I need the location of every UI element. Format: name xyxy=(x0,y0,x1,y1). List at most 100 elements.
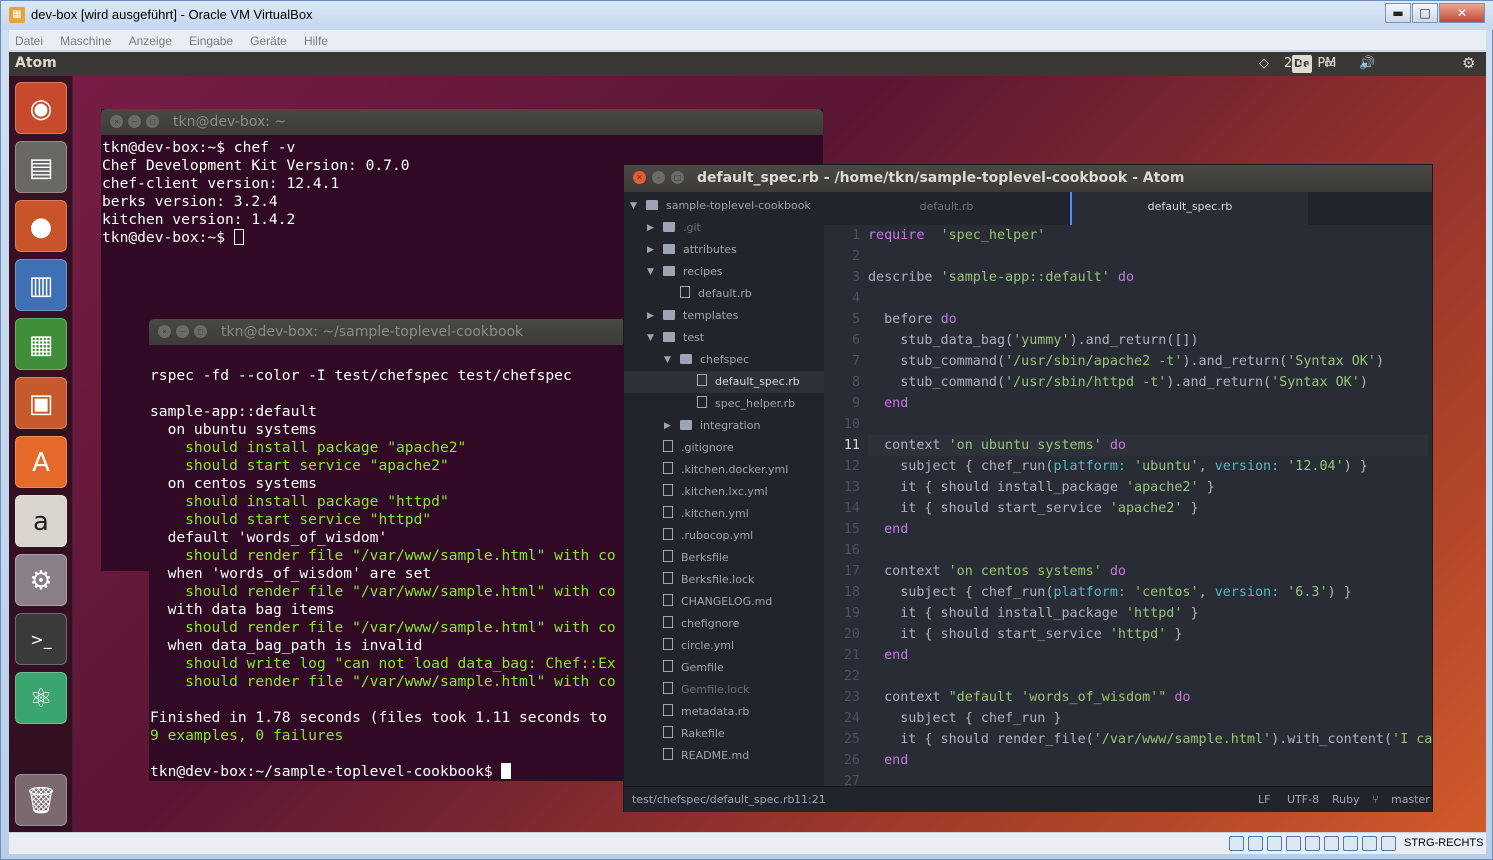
code-line[interactable]: before do xyxy=(868,309,1428,330)
display-icon[interactable] xyxy=(1343,836,1358,851)
trash-icon[interactable]: 🗑 xyxy=(15,774,67,826)
status-cursor-position[interactable]: 11:21 xyxy=(794,793,826,806)
tree-file-item[interactable]: chefignore xyxy=(624,613,824,635)
minimize-button[interactable]: ▬ xyxy=(1385,3,1411,23)
volume-icon[interactable]: 🔊 xyxy=(1359,56,1375,71)
code-line[interactable] xyxy=(868,666,1428,687)
code-line[interactable] xyxy=(868,414,1428,435)
code-line[interactable]: context 'on ubuntu systems' do xyxy=(868,435,1428,456)
virtualbox-title-bar[interactable]: ▦ dev-box [wird ausgeführt] - Oracle VM … xyxy=(1,1,1493,30)
maximize-icon[interactable]: □ xyxy=(194,325,207,338)
menu-geraete[interactable]: Geräte xyxy=(244,31,293,51)
tree-file-item[interactable]: Gemfile xyxy=(624,657,824,679)
tree-folder-item[interactable]: ▼ chefspec xyxy=(624,349,824,371)
tree-folder-item[interactable]: ▶ .git xyxy=(624,217,824,239)
software-center-icon[interactable]: A xyxy=(15,436,67,488)
code-line[interactable]: end xyxy=(868,645,1428,666)
maximize-icon[interactable]: □ xyxy=(671,171,684,184)
atom-title-bar[interactable]: ✕ – □ default_spec.rb - /home/tkn/sample… xyxy=(624,165,1432,192)
chevron-right-icon[interactable]: ▶ xyxy=(647,305,654,327)
tree-file-item[interactable]: default_spec.rb xyxy=(624,371,824,393)
tab-default-rb[interactable]: default.rb xyxy=(824,192,1069,225)
tree-folder-item[interactable]: ▼ sample-toplevel-cookbook xyxy=(624,195,824,217)
files-icon[interactable]: ▤ xyxy=(15,141,67,193)
amazon-icon[interactable]: a xyxy=(15,495,67,547)
tree-folder-item[interactable]: ▼ recipes xyxy=(624,261,824,283)
code-line[interactable]: context "default 'words_of_wisdom'" do xyxy=(868,687,1428,708)
chevron-down-icon[interactable]: ▼ xyxy=(664,349,671,371)
firefox-icon[interactable]: ● xyxy=(15,200,67,252)
terminal-title-bar[interactable]: ✕ – □ tkn@dev-box: ~/sample-toplevel-coo… xyxy=(149,319,649,345)
code-line[interactable]: require 'spec_helper' xyxy=(868,225,1428,246)
settings-icon[interactable]: ⚙ xyxy=(15,554,67,606)
code-line[interactable]: it { should start_service 'httpd' } xyxy=(868,624,1428,645)
code-line[interactable]: subject { chef_run } xyxy=(868,708,1428,729)
status-grammar[interactable]: Ruby xyxy=(1332,793,1360,806)
code-line[interactable]: it { should render_file('/var/www/sample… xyxy=(868,729,1432,750)
code-line[interactable]: subject { chef_run(platform: 'centos', v… xyxy=(868,582,1428,603)
close-icon[interactable]: ✕ xyxy=(158,325,171,338)
code-line[interactable]: subject { chef_run(platform: 'ubuntu', v… xyxy=(868,456,1428,477)
code-editor[interactable]: 1 2 3 4 5 6 7 8 9 10 11 12 13 14 15 16 17 18 19 20 21 22 23 24 2… xyxy=(824,225,1432,786)
tree-view[interactable]: ▼ sample-toplevel-cookbook ▶ .git ▶ attribute… xyxy=(624,192,824,786)
code-lines[interactable]: require 'spec_helper' describe 'sample-a… xyxy=(868,225,1432,786)
code-line[interactable]: stub_command('/usr/sbin/httpd -t').and_r… xyxy=(868,372,1428,393)
code-line[interactable]: end xyxy=(868,750,1428,771)
terminal-window-cookbook[interactable]: ✕ – □ tkn@dev-box: ~/sample-toplevel-coo… xyxy=(149,319,649,781)
maximize-icon[interactable]: □ xyxy=(146,115,159,128)
minimize-icon[interactable]: – xyxy=(176,325,189,338)
tree-file-item[interactable]: .gitignore xyxy=(624,437,824,459)
close-button[interactable]: ✕ xyxy=(1439,3,1485,23)
tree-folder-item[interactable]: ▼ test xyxy=(624,327,824,349)
chevron-right-icon[interactable]: ▶ xyxy=(647,217,654,239)
atom-window[interactable]: ✕ – □ default_spec.rb - /home/tkn/sample… xyxy=(623,164,1433,812)
code-line[interactable] xyxy=(868,540,1428,561)
chevron-down-icon[interactable]: ▼ xyxy=(647,261,654,283)
maximize-button[interactable]: □ xyxy=(1412,3,1438,23)
chevron-down-icon[interactable]: ▼ xyxy=(630,195,637,217)
close-icon[interactable]: ✕ xyxy=(110,115,123,128)
code-line[interactable]: it { should install_package 'apache2' } xyxy=(868,477,1428,498)
close-icon[interactable]: ✕ xyxy=(633,171,646,184)
status-git-branch[interactable]: master xyxy=(1391,793,1430,806)
tree-file-item[interactable]: .kitchen.docker.yml xyxy=(624,459,824,481)
chevron-right-icon[interactable]: ▶ xyxy=(647,239,654,261)
audio-icon[interactable] xyxy=(1267,836,1282,851)
code-line[interactable]: it { should install_package 'httpd' } xyxy=(868,603,1428,624)
code-line[interactable]: end xyxy=(868,519,1428,540)
status-file-path[interactable]: test/chefspec/default_spec.rb xyxy=(632,793,794,806)
tree-file-item[interactable]: Gemfile.lock xyxy=(624,679,824,701)
code-line[interactable] xyxy=(868,771,1428,786)
status-encoding[interactable]: UTF-8 xyxy=(1287,793,1319,806)
tab-default-spec-rb[interactable]: default_spec.rb xyxy=(1070,192,1308,225)
chevron-down-icon[interactable]: ▼ xyxy=(647,327,654,349)
code-line[interactable]: it { should start_service 'apache2' } xyxy=(868,498,1428,519)
tree-file-item[interactable]: README.md xyxy=(624,745,824,767)
tree-file-item[interactable]: .kitchen.lxc.yml xyxy=(624,481,824,503)
tree-file-item[interactable]: Berksfile.lock xyxy=(624,569,824,591)
code-line[interactable]: describe 'sample-app::default' do xyxy=(868,267,1428,288)
usb-icon[interactable] xyxy=(1305,836,1320,851)
tree-file-item[interactable]: CHANGELOG.md xyxy=(624,591,824,613)
menu-maschine[interactable]: Maschine xyxy=(54,31,117,51)
menu-datei[interactable]: Datei xyxy=(9,31,49,51)
shared-folders-icon[interactable] xyxy=(1324,836,1339,851)
tree-file-item[interactable]: Rakefile xyxy=(624,723,824,745)
minimize-icon[interactable]: – xyxy=(652,171,665,184)
tree-file-item[interactable]: metadata.rb xyxy=(624,701,824,723)
network-adapter-icon[interactable] xyxy=(1286,836,1301,851)
impress-icon[interactable]: ▣ xyxy=(15,377,67,429)
code-line[interactable]: stub_data_bag('yummy').and_return([]) xyxy=(868,330,1428,351)
code-line[interactable]: stub_command('/usr/sbin/apache2 -t').and… xyxy=(868,351,1428,372)
atom-icon[interactable]: ⚛ xyxy=(15,672,67,724)
tree-file-item[interactable]: spec_helper.rb xyxy=(624,393,824,415)
terminal-icon[interactable]: >_ xyxy=(15,613,67,665)
tree-folder-item[interactable]: ▶ attributes xyxy=(624,239,824,261)
code-line[interactable]: end xyxy=(868,393,1428,414)
menu-eingabe[interactable]: Eingabe xyxy=(183,31,239,51)
terminal-title-bar[interactable]: ✕ – □ tkn@dev-box: ~ xyxy=(101,109,823,135)
optical-drive-icon[interactable] xyxy=(1248,836,1263,851)
code-line[interactable]: context 'on centos systems' do xyxy=(868,561,1428,582)
hdd-icon[interactable] xyxy=(1229,836,1244,851)
tree-file-item[interactable]: Berksfile xyxy=(624,547,824,569)
